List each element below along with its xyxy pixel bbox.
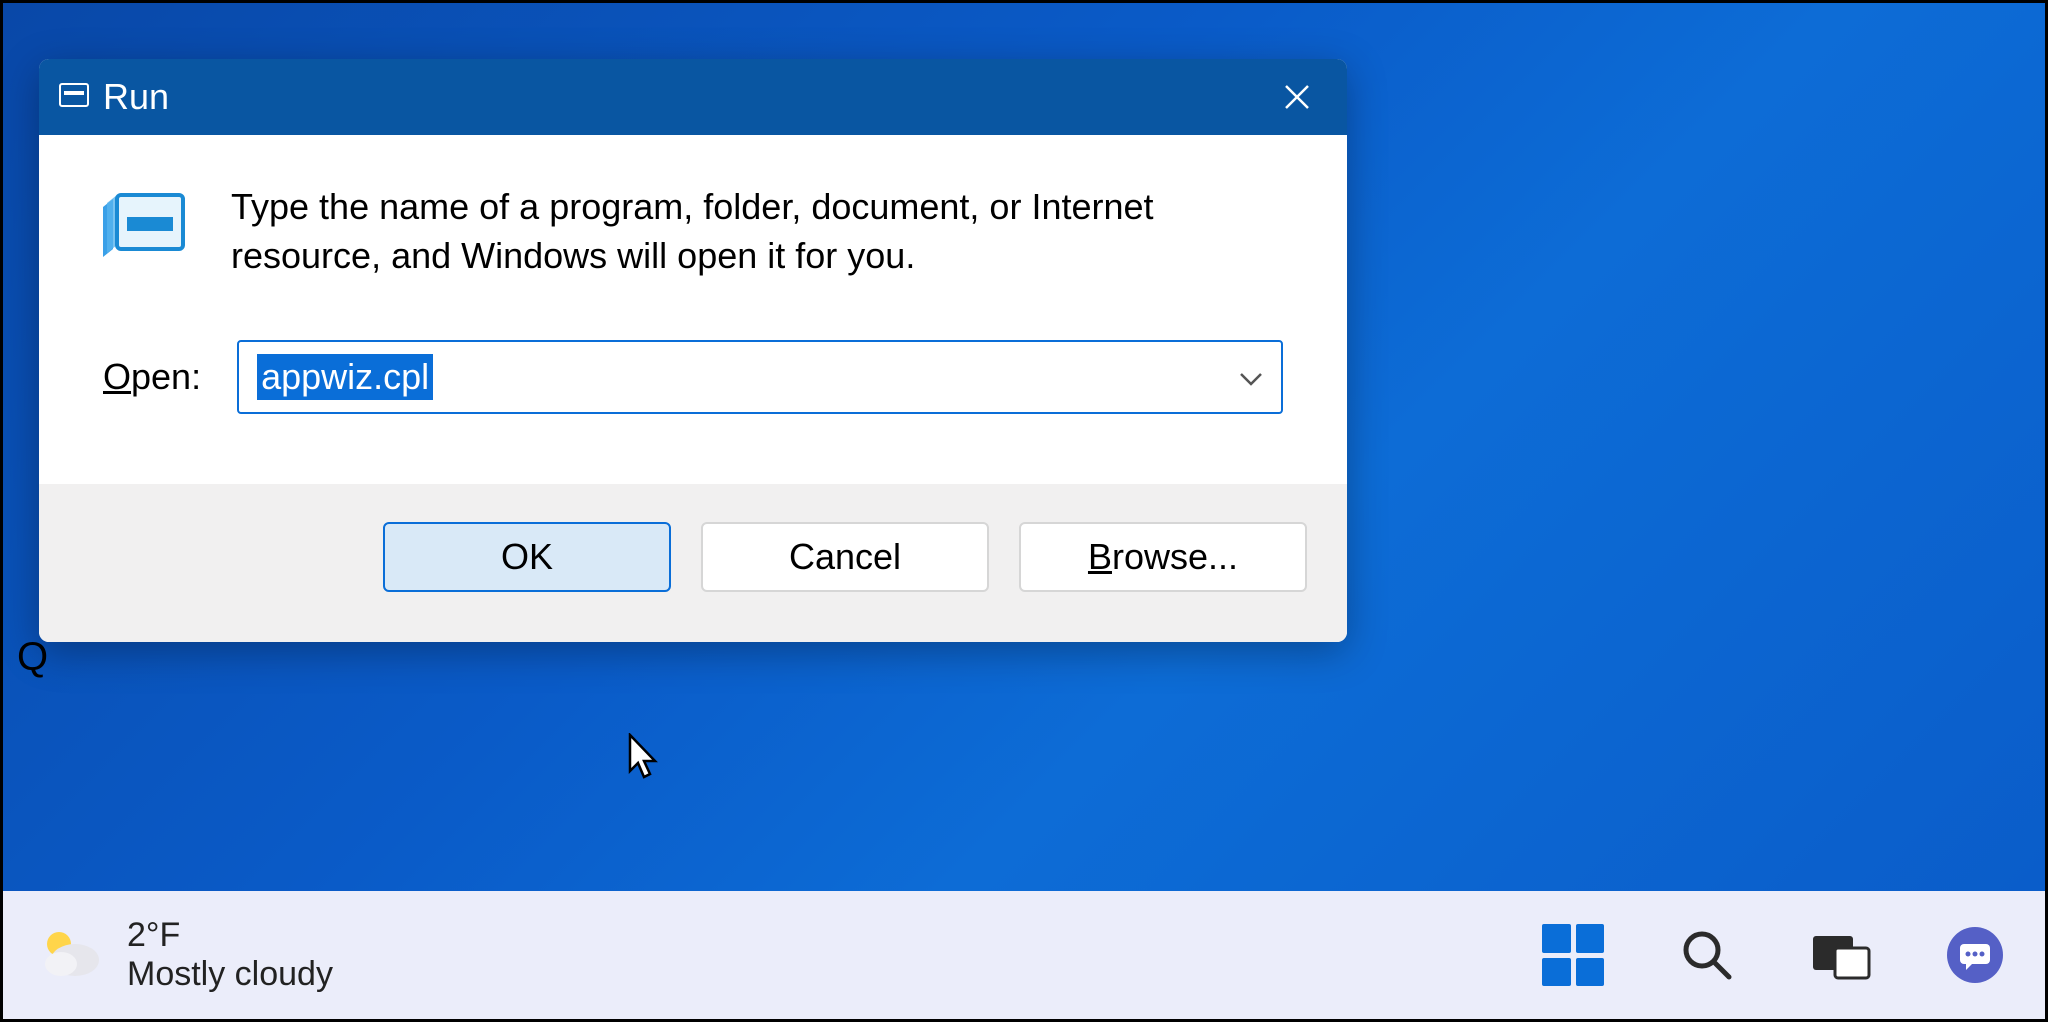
start-button[interactable] xyxy=(1539,921,1607,989)
dialog-description: Type the name of a program, folder, docu… xyxy=(231,183,1283,280)
button-row: OK Cancel Browse... xyxy=(39,484,1347,642)
ok-button-label: OK xyxy=(501,536,553,578)
run-icon xyxy=(59,83,89,112)
mouse-cursor-icon xyxy=(627,733,661,781)
search-icon xyxy=(1679,927,1735,983)
close-button[interactable] xyxy=(1267,72,1327,122)
open-label: Open: xyxy=(103,356,201,398)
run-dialog: Run Type the name of a program, folder, … xyxy=(39,59,1347,642)
search-button[interactable] xyxy=(1673,921,1741,989)
windows-logo-icon xyxy=(1542,924,1604,986)
cancel-button-label: Cancel xyxy=(789,536,901,578)
dialog-title: Run xyxy=(103,76,169,118)
open-input-value[interactable]: appwiz.cpl xyxy=(257,354,433,400)
clipped-text-q: Q xyxy=(17,635,48,680)
weather-condition: Mostly cloudy xyxy=(127,955,333,994)
open-combobox[interactable]: appwiz.cpl xyxy=(237,340,1283,414)
weather-temperature: 2°F xyxy=(127,916,333,955)
task-view-button[interactable] xyxy=(1807,921,1875,989)
task-view-icon xyxy=(1811,928,1871,982)
chat-button[interactable] xyxy=(1941,921,2009,989)
weather-icon xyxy=(39,926,101,985)
chat-icon xyxy=(1944,924,2006,986)
ok-button[interactable]: OK xyxy=(383,522,671,592)
browse-button-label: Browse... xyxy=(1088,536,1238,578)
taskbar[interactable]: 2°F Mostly cloudy xyxy=(3,891,2045,1019)
weather-widget[interactable]: 2°F Mostly cloudy xyxy=(39,916,333,994)
titlebar[interactable]: Run xyxy=(39,59,1347,135)
browse-button[interactable]: Browse... xyxy=(1019,522,1307,592)
chevron-down-icon[interactable] xyxy=(1239,361,1263,393)
run-large-icon xyxy=(103,183,187,264)
cancel-button[interactable]: Cancel xyxy=(701,522,989,592)
close-icon xyxy=(1282,82,1312,112)
